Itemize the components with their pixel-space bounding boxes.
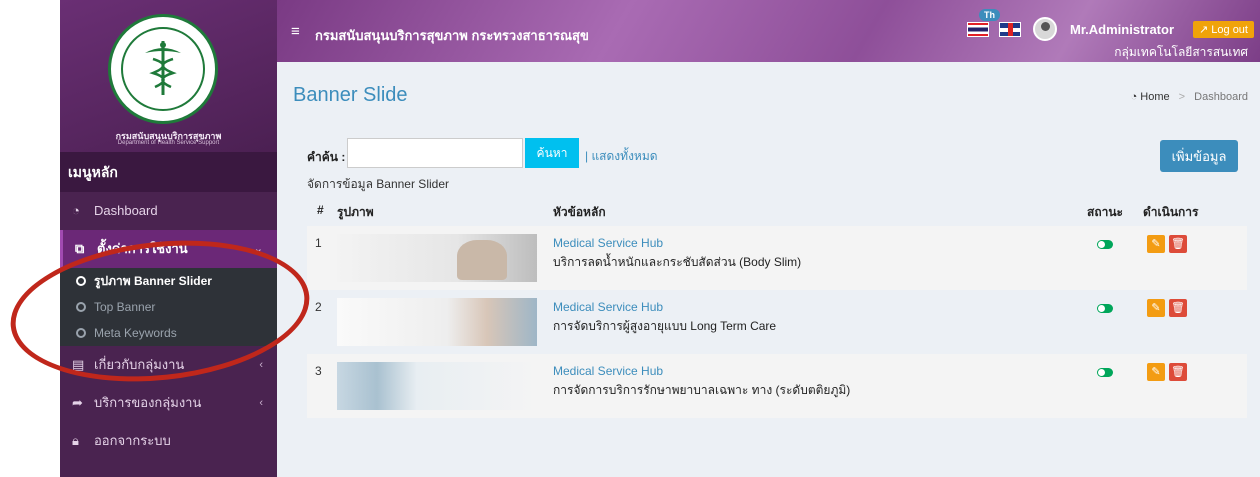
settings-submenu: รูปภาพ Banner Slider Top Banner Meta Key… xyxy=(60,268,277,346)
row-title[interactable]: Medical Service Hub xyxy=(553,300,663,314)
dashboard-icon: ◔ xyxy=(72,203,80,218)
ministry-seal-logo xyxy=(108,14,218,124)
col-status: สถานะ xyxy=(1087,205,1123,219)
breadcrumb: ◔ Home > Dashboard xyxy=(1130,91,1248,103)
search-bar: คำค้น : ค้นหา | แสดงทั้งหมด xyxy=(307,138,1247,170)
chevron-left-icon: ‹ xyxy=(259,359,263,371)
submenu-item-top-banner[interactable]: Top Banner xyxy=(60,294,277,320)
trash-icon[interactable]: 🗑︎ xyxy=(1169,235,1187,253)
banner-thumbnail xyxy=(337,362,537,410)
edit-icon[interactable]: ✎ xyxy=(1147,363,1165,381)
top-navbar: ≡ กรมสนับสนุนบริการสุขภาพ กระทรวงสาธารณส… xyxy=(277,0,1260,62)
add-button[interactable]: เพิ่มข้อมูล xyxy=(1160,140,1238,172)
table-header: # รูปภาพ หัวข้อหลัก สถานะ ดำเนินการ xyxy=(307,194,1247,226)
row-title[interactable]: Medical Service Hub xyxy=(553,236,663,250)
trash-icon[interactable]: 🗑︎ xyxy=(1169,299,1187,317)
table-row: 2 Medical Service Hub การจัดบริการผู้สูง… xyxy=(307,290,1247,354)
row-title[interactable]: Medical Service Hub xyxy=(553,364,663,378)
table-row: 1 Medical Service Hub บริการลดน้ำหนักและ… xyxy=(307,226,1247,290)
breadcrumb-home[interactable]: Home xyxy=(1140,91,1169,103)
chevron-left-icon: ‹ xyxy=(259,397,263,409)
breadcrumb-current: Dashboard xyxy=(1194,91,1248,103)
user-name[interactable]: Mr.Administrator xyxy=(1070,22,1174,37)
col-num: # xyxy=(317,203,324,217)
sidebar-item-about[interactable]: ▤ เกี่ยวกับกลุ่มงาน ‹ xyxy=(60,346,277,384)
search-label: คำค้น : xyxy=(307,150,346,164)
external-link-icon: ↗ xyxy=(1199,24,1212,36)
edit-icon[interactable]: ✎ xyxy=(1147,235,1165,253)
sidebar-item-label: Dashboard xyxy=(94,203,158,218)
status-toggle-icon[interactable] xyxy=(1097,368,1113,377)
chevron-down-icon: ⌄ xyxy=(253,243,263,255)
row-description: การจัดบริการผู้สูงอายุแบบ Long Term Care xyxy=(553,319,777,333)
submenu-item-label: Meta Keywords xyxy=(94,326,177,340)
sidebar-item-dashboard[interactable]: ◔ Dashboard xyxy=(60,192,277,230)
col-title: หัวข้อหลัก xyxy=(553,205,606,219)
lock-icon: 🔒︎ xyxy=(72,433,79,448)
submenu-item-label: รูปภาพ Banner Slider xyxy=(94,274,212,288)
show-all-link[interactable]: | แสดงทั้งหมด xyxy=(585,147,658,166)
logo-area: กรมสนับสนุนบริการสุขภาพ Department of He… xyxy=(60,0,277,152)
row-number: 3 xyxy=(315,364,322,378)
settings-copy-icon: ⧉ xyxy=(75,241,85,256)
search-input[interactable] xyxy=(347,138,523,168)
col-action: ดำเนินการ xyxy=(1143,205,1199,219)
circle-icon xyxy=(76,302,86,312)
section-caption: จัดการข้อมูล Banner Slider xyxy=(307,177,449,191)
dashboard-icon: ◔ xyxy=(1130,91,1141,103)
row-description: การจัดการบริการรักษาพยาบาลเฉพาะ ทาง (ระด… xyxy=(553,383,851,397)
book-icon: ▤ xyxy=(72,357,85,372)
app-frame: กรมสนับสนุนบริการสุขภาพ Department of He… xyxy=(60,0,1260,477)
sidebar-item-label: เกี่ยวกับกลุ่มงาน xyxy=(94,357,185,372)
org-name-en: Department of Health Service Support xyxy=(117,140,220,146)
search-button[interactable]: ค้นหา xyxy=(525,138,579,168)
row-number: 1 xyxy=(315,236,322,250)
uk-flag-icon[interactable] xyxy=(999,22,1021,37)
submenu-item-banner-slider[interactable]: รูปภาพ Banner Slider xyxy=(60,268,277,294)
submenu-item-meta-keywords[interactable]: Meta Keywords xyxy=(60,320,277,346)
menu-toggle-icon[interactable]: ≡ xyxy=(291,23,300,40)
row-description: บริการลดน้ำหนักและกระชับสัดส่วน (Body Sl… xyxy=(553,255,802,269)
status-toggle-icon[interactable] xyxy=(1097,304,1113,313)
banner-thumbnail xyxy=(337,298,537,346)
banner-table: # รูปภาพ หัวข้อหลัก สถานะ ดำเนินการ 1 Me… xyxy=(307,194,1247,418)
header-title: กรมสนับสนุนบริการสุขภาพ กระทรวงสาธารณสุข xyxy=(315,28,589,43)
sidebar-item-label: ออกจากระบบ xyxy=(94,433,171,448)
table-row: 3 Medical Service Hub การจัดการบริการรัก… xyxy=(307,354,1247,418)
sidebar-item-label: ตั้งค่าการใช้งาน xyxy=(97,241,188,256)
edit-icon[interactable]: ✎ xyxy=(1147,299,1165,317)
user-group: กลุ่มเทคโนโลยีสารสนเทศ xyxy=(1114,45,1248,59)
trash-icon[interactable]: 🗑︎ xyxy=(1169,363,1187,381)
row-number: 2 xyxy=(315,300,322,314)
sidebar: กรมสนับสนุนบริการสุขภาพ Department of He… xyxy=(60,0,277,477)
language-badge: Th xyxy=(979,9,1000,21)
logout-label: Log out xyxy=(1211,24,1248,36)
col-image: รูปภาพ xyxy=(337,205,374,219)
circle-icon xyxy=(76,328,86,338)
sidebar-item-services[interactable]: ➦ บริการของกลุ่มงาน ‹ xyxy=(60,384,277,422)
status-toggle-icon[interactable] xyxy=(1097,240,1113,249)
caduceus-icon xyxy=(145,41,181,95)
banner-thumbnail xyxy=(337,234,537,282)
sidebar-item-settings[interactable]: ⧉ ตั้งค่าการใช้งาน ⌄ xyxy=(60,230,277,268)
logout-button[interactable]: ↗ Log out xyxy=(1193,21,1254,38)
page-title: Banner Slide xyxy=(293,84,408,106)
menu-title: เมนูหลัก xyxy=(60,152,277,192)
avatar[interactable] xyxy=(1033,17,1057,41)
share-icon: ➦ xyxy=(72,395,83,410)
thai-flag-icon[interactable] xyxy=(967,22,989,37)
submenu-item-label: Top Banner xyxy=(94,300,156,314)
circle-icon xyxy=(76,276,86,286)
sidebar-item-label: บริการของกลุ่มงาน xyxy=(94,395,202,410)
main-content: Banner Slide ◔ Home > Dashboard คำค้น : … xyxy=(277,62,1260,477)
sidebar-item-logout[interactable]: 🔒︎ ออกจากระบบ xyxy=(60,422,277,460)
